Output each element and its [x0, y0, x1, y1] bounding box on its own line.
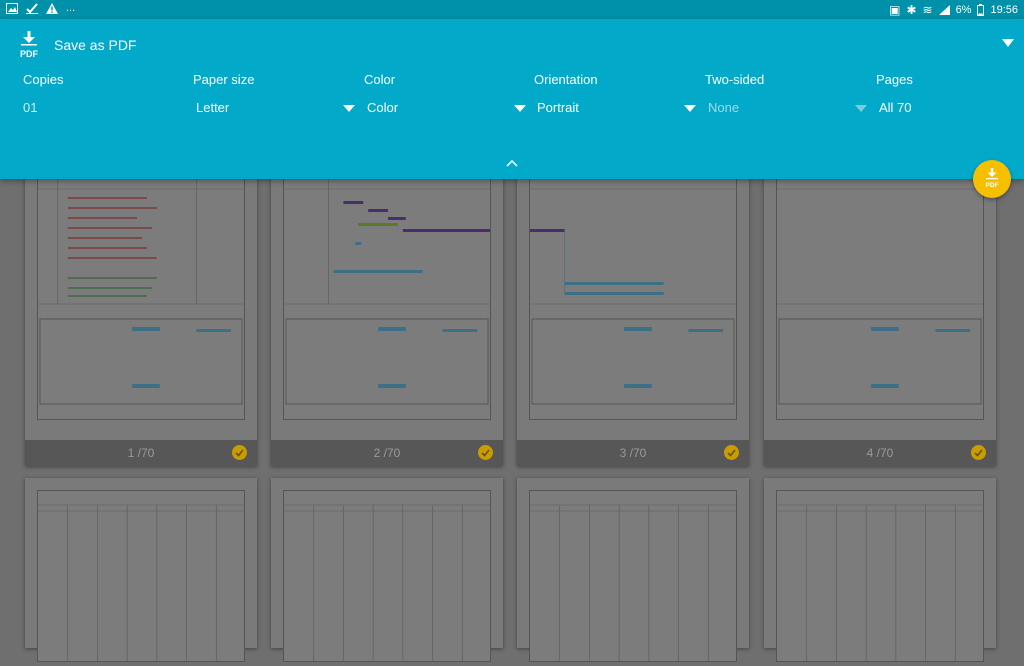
page-preview: [283, 490, 491, 662]
selected-check-icon[interactable]: [478, 445, 493, 460]
chevron-down-icon[interactable]: [1002, 39, 1014, 47]
two-sided-label: Two-sided: [705, 72, 765, 87]
orientation-value[interactable]: Portrait: [537, 100, 579, 115]
page-thumbnail[interactable]: [764, 478, 996, 662]
fab-label: PDF: [986, 182, 999, 189]
print-options-panel: PDF Save as PDF Copies 01 Paper size Let…: [0, 19, 1024, 179]
page-thumbnail[interactable]: [517, 478, 749, 662]
page-thumbnail[interactable]: 1 /70: [25, 150, 257, 466]
sim-icon: ▣: [889, 3, 901, 17]
copies-label: Copies: [23, 72, 64, 87]
page-preview: [529, 490, 737, 662]
dropdown-arrow-icon[interactable]: [684, 105, 696, 112]
selected-check-icon[interactable]: [232, 445, 247, 460]
pages-option[interactable]: Pages All 70: [876, 72, 1024, 115]
page-number: 2 /70: [373, 446, 401, 460]
dropdown-arrow-icon: [855, 105, 867, 112]
two-sided-value: None: [708, 100, 740, 115]
page-number: 1 /70: [127, 446, 155, 460]
paper-size-value[interactable]: Letter: [196, 100, 229, 115]
color-label: Color: [364, 72, 396, 87]
pdf-icon-text: PDF: [20, 49, 39, 59]
page-preview: [776, 490, 984, 662]
clock: 19:56: [990, 4, 1018, 16]
page-thumbnail[interactable]: [25, 478, 257, 662]
page-thumbnail[interactable]: [271, 478, 503, 662]
wifi-icon: ≋: [922, 3, 933, 17]
check-icon: [26, 2, 38, 14]
color-option[interactable]: Color Color: [364, 72, 526, 115]
status-bar: ... ▣ ✱ ≋ 6% 19:56: [0, 0, 1024, 19]
bluetooth-icon: ✱: [906, 3, 917, 17]
copies-input[interactable]: 01: [23, 100, 37, 115]
pages-label: Pages: [876, 72, 913, 87]
battery-percent: 6%: [955, 4, 972, 16]
pdf-icon: PDF: [20, 31, 39, 59]
paper-size-option[interactable]: Paper size Letter: [193, 72, 355, 115]
selected-check-icon[interactable]: [724, 445, 739, 460]
thumbnail-footer: 2 /70: [271, 440, 503, 466]
color-value[interactable]: Color: [367, 100, 398, 115]
page-preview: [283, 178, 491, 420]
orientation-label: Orientation: [534, 72, 598, 87]
page-thumbnail[interactable]: 4 /70: [764, 150, 996, 466]
page-thumbnail[interactable]: 3 /70: [517, 150, 749, 466]
chevron-up-icon[interactable]: [505, 158, 519, 168]
dropdown-arrow-icon[interactable]: [343, 105, 355, 112]
page-number: 4 /70: [866, 446, 894, 460]
thumbnail-footer: 3 /70: [517, 440, 749, 466]
copies-option: Copies 01: [23, 72, 183, 115]
battery-icon: [977, 4, 985, 16]
page-number: 3 /70: [619, 446, 647, 460]
selected-check-icon[interactable]: [971, 445, 986, 460]
more-notifications: ...: [66, 2, 76, 14]
warning-icon: [46, 2, 58, 14]
page-preview: [776, 178, 984, 420]
thumbnail-footer: 1 /70: [25, 440, 257, 466]
image-icon: [6, 2, 18, 14]
page-preview: [37, 490, 245, 662]
system-icons: ▣ ✱ ≋ 6% 19:56: [889, 3, 1018, 17]
thumbnail-footer: 4 /70: [764, 440, 996, 466]
pdf-download-icon: PDF: [986, 168, 999, 189]
printer-destination[interactable]: Save as PDF: [54, 37, 136, 53]
signal-icon: [938, 5, 950, 15]
paper-size-label: Paper size: [193, 72, 255, 87]
orientation-option[interactable]: Orientation Portrait: [534, 72, 696, 115]
page-preview: [37, 178, 245, 420]
dropdown-arrow-icon[interactable]: [514, 105, 526, 112]
pages-value[interactable]: All 70: [879, 100, 912, 115]
notification-icons: ...: [6, 2, 75, 14]
page-thumbnail[interactable]: 2 /70: [271, 150, 503, 466]
save-pdf-button[interactable]: PDF: [973, 160, 1011, 198]
page-preview: [529, 178, 737, 420]
two-sided-option: Two-sided None: [705, 72, 867, 115]
